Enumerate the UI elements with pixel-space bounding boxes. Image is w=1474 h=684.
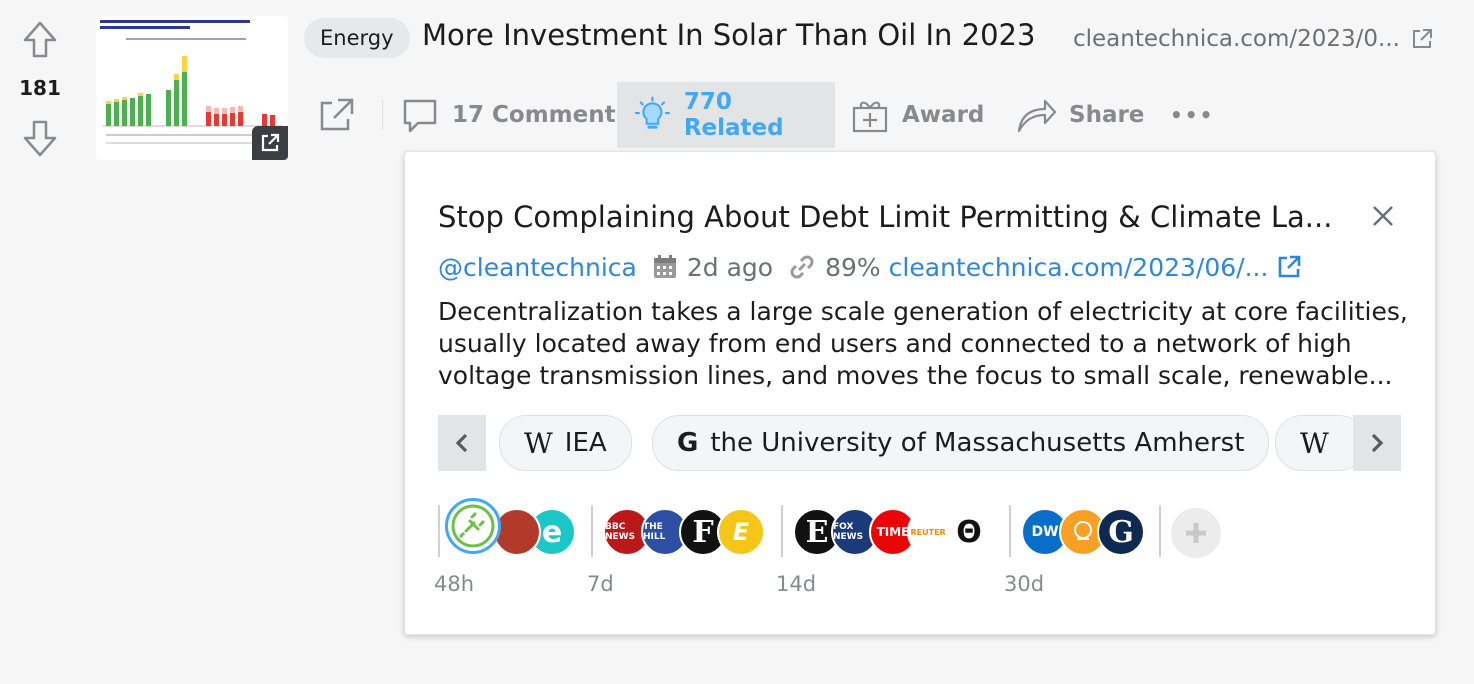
external-link-icon[interactable] [1276,254,1302,280]
source-avatar-guardian[interactable]: G [1097,508,1145,556]
downvote-button[interactable] [20,118,60,158]
add-source-button[interactable] [1171,508,1221,558]
post-title[interactable]: More Investment In Solar Than Oil In 202… [422,18,1035,52]
calendar-icon [653,255,676,278]
post-flair[interactable]: Energy [304,18,410,58]
plus-icon [1186,523,1206,543]
wikipedia-icon: W [1300,426,1329,460]
timeline-divider [591,505,593,557]
post-domain-link[interactable]: cleantechnica.com/2023/0... [1073,26,1434,52]
related-post-title[interactable]: Stop Complaining About Debt Limit Permit… [438,200,1332,234]
entity-chip-partial[interactable]: W [1275,415,1355,471]
comments-button[interactable]: 17 Comments [400,82,629,148]
author-link[interactable]: @cleantechnica [438,253,637,282]
source-avatar-yahoo[interactable]: E [717,508,765,556]
carousel-prev-button[interactable] [438,415,486,471]
timeline-label-48h: 48h [434,572,475,596]
action-divider [382,100,383,130]
lightbulb-icon [634,96,670,129]
thumbnail-open-link-button[interactable] [252,126,288,160]
close-button[interactable] [1369,202,1397,230]
timeline-divider [1159,505,1161,557]
post-thumbnail[interactable] [96,16,288,160]
timeline-label-7d: 7d [587,572,614,596]
chevron-right-icon [1371,433,1384,453]
similarity-score: 89% [825,252,881,282]
timeline-divider [781,505,783,557]
upvote-button[interactable] [20,20,60,60]
source-avatar-guardian-theta[interactable]: Θ [945,508,993,556]
related-label: 770 Related [683,89,784,141]
more-options-button[interactable]: ••• [1170,82,1214,148]
gift-icon [852,101,888,133]
external-link-icon [1413,29,1432,48]
arrow-down-icon [23,120,57,157]
award-label: Award [902,102,985,128]
related-popup: Stop Complaining About Debt Limit Permit… [404,151,1436,635]
close-icon [1373,206,1393,226]
carousel-next-button[interactable] [1353,415,1401,471]
entity-chip-clip: W [1275,415,1355,471]
timeline-label-14d: 14d [776,572,817,596]
aljazeera-logo-icon [1074,521,1092,540]
related-post-url[interactable]: cleantechnica.com/2023/06/... [889,253,1269,282]
entity-chip-label: the University of Massachusetts Amherst [710,428,1245,458]
timeline-divider [438,505,440,557]
share-button[interactable]: Share [1015,82,1144,148]
external-link-icon [320,98,354,131]
related-post-meta: @cleantechnica 2d ago 89% cleantechnica.… [438,252,1302,282]
comment-icon [403,99,437,133]
chevron-left-icon [455,433,468,453]
vote-score: 181 [19,76,61,100]
open-link-button[interactable] [316,82,356,148]
external-link-icon [261,133,280,152]
wikipedia-icon: W [524,426,553,460]
source-avatar-electrek[interactable] [445,498,501,554]
plug-icon [451,504,495,548]
post-age: 2d ago [686,252,774,282]
arrow-up-icon [23,21,57,58]
related-post-description: Decentralization takes a large scale gen… [438,297,1408,390]
award-button[interactable]: Award [850,82,984,148]
timeline-label-30d: 30d [1004,572,1045,596]
link-icon [790,255,814,279]
entity-chip-iea[interactable]: W IEA [499,415,632,471]
related-button[interactable]: 770 Related [617,82,835,148]
comments-label: 17 Comments [452,102,630,128]
entity-chip-label: IEA [564,428,607,458]
post-domain: cleantechnica.com/2023/0... [1073,26,1400,52]
google-icon: G [677,428,699,458]
more-options-icon: ••• [1170,103,1215,127]
share-label: Share [1069,102,1145,128]
timeline-divider [1009,505,1011,557]
share-arrow-icon [1017,99,1057,133]
entity-chip-umass[interactable]: G the University of Massachusetts Amhers… [652,415,1270,471]
